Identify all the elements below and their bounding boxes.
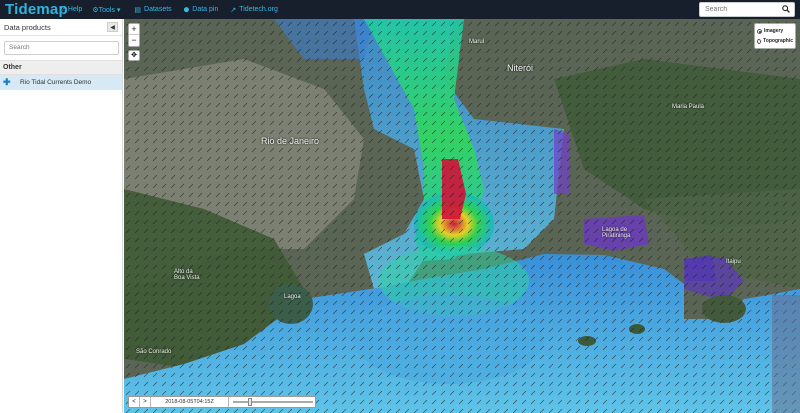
- zoom-out-button[interactable]: −: [129, 35, 139, 46]
- nav-tidetech[interactable]: ↗ Tidetech.org: [230, 6, 278, 14]
- nav-data-pin-label: Data pin: [192, 6, 219, 13]
- map-label-maria-paula: Maria Paula: [672, 104, 705, 110]
- nav-tidetech-label: Tidetech.org: [239, 6, 278, 13]
- layer-option-topographic[interactable]: Topographic: [757, 36, 793, 46]
- topographic-radio[interactable]: [757, 38, 762, 44]
- brand-logo[interactable]: Tidemap: [5, 1, 68, 18]
- product-item-rio-tidal[interactable]: ✚ Rio Tidal Currents Demo: [0, 74, 122, 90]
- group-header-other[interactable]: Other: [0, 59, 122, 75]
- product-search-input[interactable]: [4, 40, 119, 55]
- layer-label-imagery: Imagery: [764, 28, 784, 34]
- zoom-in-button[interactable]: +: [129, 24, 139, 35]
- top-navbar: Tidemap ? Help ⚙ Tools ▾ ▤ Datasets ⬤ Da…: [0, 0, 800, 19]
- map-label-sao-conrado: São Conrado: [136, 349, 172, 355]
- locate-icon[interactable]: ✥: [128, 50, 140, 61]
- sidebar-title: Data products: [4, 22, 51, 32]
- time-slider-track[interactable]: [233, 401, 313, 403]
- datasets-icon: ▤: [134, 6, 142, 14]
- layer-label-topographic: Topographic: [763, 38, 793, 44]
- external-link-icon: ↗: [230, 6, 237, 14]
- time-control: < > 2018-08-05T04:15Z: [128, 396, 316, 408]
- pin-icon: ⬤: [183, 6, 190, 13]
- map-label-marui: Maruí: [469, 39, 485, 45]
- nav-tools-label: Tools ▾: [98, 6, 121, 14]
- sidebar: Data products ◀ Other ✚ Rio Tidal Curren…: [0, 19, 123, 413]
- sidebar-header: Data products ◀: [0, 19, 122, 36]
- nav-datasets-label: Datasets: [144, 6, 172, 13]
- collapse-sidebar-button[interactable]: ◀: [107, 22, 118, 32]
- nav-help[interactable]: ? Help: [61, 6, 82, 13]
- time-slider-handle[interactable]: [248, 398, 253, 406]
- map-view[interactable]: Niterói Rio de Janeiro Lagoa de Piratini…: [124, 19, 800, 413]
- nav-datasets[interactable]: ▤ Datasets: [134, 6, 171, 14]
- time-prev-button[interactable]: <: [129, 397, 140, 407]
- map-label-lagoa: Lagoa: [284, 294, 301, 300]
- map-label-itaipu: Itaipu: [726, 259, 741, 265]
- time-next-button[interactable]: >: [140, 397, 151, 407]
- time-display: 2018-08-05T04:15Z: [151, 397, 229, 407]
- map-canvas[interactable]: [124, 19, 800, 413]
- zoom-control: + −: [128, 23, 140, 47]
- search-icon[interactable]: [782, 4, 790, 15]
- basemap-layer-panel: Imagery Topographic: [754, 23, 796, 49]
- nav-data-pin[interactable]: ⬤ Data pin: [184, 6, 219, 13]
- time-slider[interactable]: [233, 397, 315, 407]
- imagery-radio[interactable]: [757, 28, 762, 34]
- add-icon[interactable]: ✚: [3, 77, 20, 88]
- global-search[interactable]: [699, 2, 795, 17]
- nav-tools[interactable]: ⚙ Tools ▾: [92, 6, 120, 14]
- map-label-rio: Rio de Janeiro: [261, 136, 320, 146]
- product-item-label: Rio Tidal Currents Demo: [20, 78, 92, 86]
- help-icon: ?: [61, 6, 65, 13]
- layer-option-imagery[interactable]: Imagery: [757, 26, 793, 36]
- global-search-input[interactable]: [700, 6, 780, 13]
- nav-help-label: Help: [67, 6, 83, 13]
- map-label-boa-vista: Alto da Boa Vista: [174, 269, 200, 281]
- map-label-piratininga: Lagoa de Piratininga: [602, 227, 631, 239]
- map-label-niteroi: Niterói: [507, 63, 534, 73]
